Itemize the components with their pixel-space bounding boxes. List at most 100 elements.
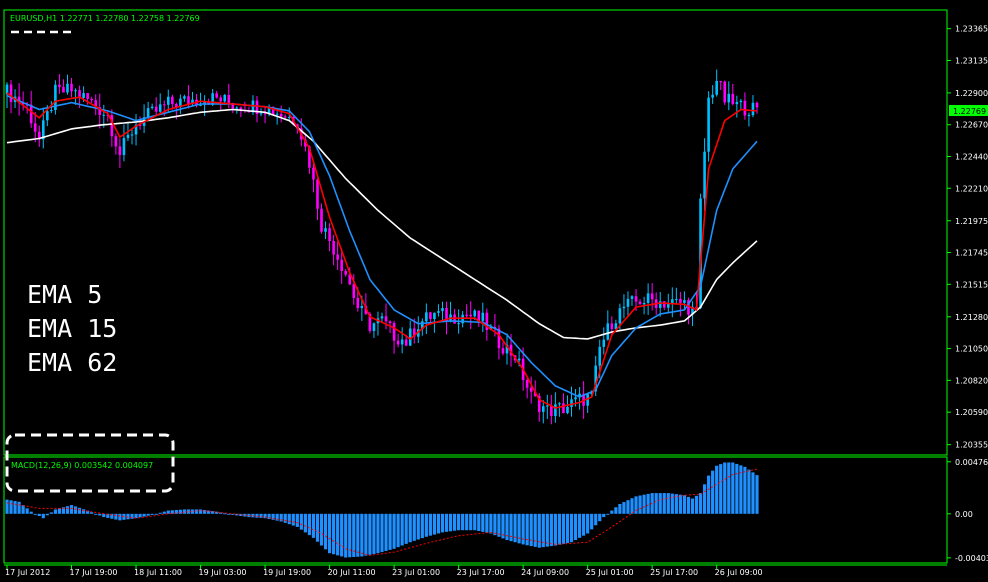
candle-body (719, 80, 723, 82)
candle-body (755, 102, 759, 108)
macd-bar (198, 509, 203, 514)
macd-bar (142, 513, 146, 517)
candle-body (477, 310, 481, 321)
macd-bar (69, 505, 74, 514)
macd-bar (549, 513, 553, 547)
macd-bar (336, 513, 340, 556)
macd-bar (618, 503, 622, 514)
main-chart-panel[interactable] (3, 9, 948, 456)
time-tick-label: 26 Jul 09:00 (715, 568, 763, 577)
macd-frame (3, 456, 948, 564)
macd-bar (118, 513, 122, 521)
macd-bar (513, 513, 517, 543)
macd-bar (634, 496, 638, 514)
time-tick-label: 20 Jul 11:00 (328, 568, 376, 577)
candle-body (441, 308, 444, 312)
candle-body (102, 114, 106, 116)
chart-canvas[interactable]: 1.23365 1.23135 1.22900 1.22670 1.22440 1.222… (0, 0, 988, 582)
price-axis: 1.23365 1.23135 1.22900 1.22670 1.22440 1.222… (947, 25, 988, 450)
macd-bar (666, 493, 670, 514)
macd-bar (545, 513, 549, 547)
macd-bar (307, 513, 312, 536)
price-tick-label: 1.23135 (955, 56, 988, 65)
macd-bar (436, 513, 441, 534)
price-tick-label: 1.21745 (955, 249, 988, 258)
candle-body (146, 108, 150, 118)
candle-body (58, 84, 61, 87)
time-axis: 17 Jul 2012 17 Jul 19:00 18 Jul 11:00 19 Ju… (4, 564, 947, 577)
candle-body (183, 96, 186, 99)
macd-bar (674, 494, 678, 514)
macd-bar (21, 505, 25, 514)
macd-bar (719, 464, 723, 514)
macd-bar (525, 513, 529, 546)
candle-body (316, 179, 319, 209)
candle-body (404, 339, 408, 346)
macd-bar (477, 513, 481, 532)
candle-body (154, 106, 158, 112)
candle-body (332, 241, 335, 255)
macd-bar (662, 493, 666, 514)
macd-bar (57, 508, 62, 514)
candle-body (743, 100, 747, 116)
time-tick-label: 19 Jul 19:00 (263, 568, 311, 577)
macd-bar (582, 513, 586, 536)
macd-bar (17, 501, 21, 514)
candle-body (602, 339, 606, 347)
price-tick-label: 1.21050 (955, 345, 988, 354)
candle-body (715, 80, 718, 95)
candle-body (707, 97, 710, 152)
time-tick-label: 23 Jul 17:00 (457, 568, 505, 577)
candle-body (675, 298, 678, 300)
macd-tick-label: 0.00 (955, 510, 973, 519)
macd-bar (565, 513, 570, 544)
macd-bar (287, 513, 291, 525)
chart-header: EURUSD,H1 1.22771 1.22780 1.22758 1.2276… (10, 14, 200, 23)
macd-bar (150, 513, 154, 515)
candle-body (525, 380, 529, 388)
time-tick-label: 18 Jul 11:00 (134, 568, 182, 577)
candle-body (360, 306, 364, 309)
macd-bar (497, 513, 501, 537)
macd-bar (33, 513, 37, 515)
macd-bar (481, 513, 485, 532)
price-tick-label: 1.22670 (955, 121, 988, 130)
time-tick-label: 19 Jul 03:00 (199, 568, 247, 577)
macd-bar (327, 513, 332, 554)
macd-bar (384, 513, 388, 551)
candle-body (517, 358, 521, 361)
candle-body (344, 271, 348, 275)
time-tick-label: 17 Jul 2012 (5, 568, 50, 577)
candle-body (312, 167, 315, 180)
price-tick-label: 1.21515 (955, 280, 988, 289)
candle-body (735, 102, 739, 105)
candle-body (481, 312, 485, 321)
macd-bar (323, 513, 328, 550)
time-tick-label: 25 Jul 01:00 (586, 568, 634, 577)
candle-body (388, 321, 392, 324)
macd-bar (114, 513, 118, 520)
candle-body (227, 95, 231, 104)
macd-bar (469, 513, 473, 531)
macd-bar (372, 513, 376, 554)
macd-bar (65, 506, 70, 514)
candle-body (469, 314, 473, 317)
macd-bar (670, 493, 674, 514)
candle-body (751, 102, 755, 116)
candle-body (529, 387, 533, 392)
candle-body (158, 104, 162, 112)
candle-body (727, 93, 731, 103)
macd-bar (49, 512, 53, 514)
candle-body (666, 303, 670, 308)
macd-bar (319, 513, 324, 546)
macd-bar (594, 513, 598, 526)
macd-bar (392, 513, 396, 549)
macd-bar (465, 513, 469, 531)
macd-panel[interactable] (3, 456, 948, 564)
chart-overlays: EURUSD,H1 1.22771 1.22780 1.22758 1.2276… (5, 14, 200, 493)
candle-body (610, 323, 614, 329)
candle-body (739, 100, 743, 103)
candle-body (630, 296, 634, 299)
macd-bar (29, 511, 33, 514)
annotation-ema15: EMA 15 (27, 314, 117, 343)
